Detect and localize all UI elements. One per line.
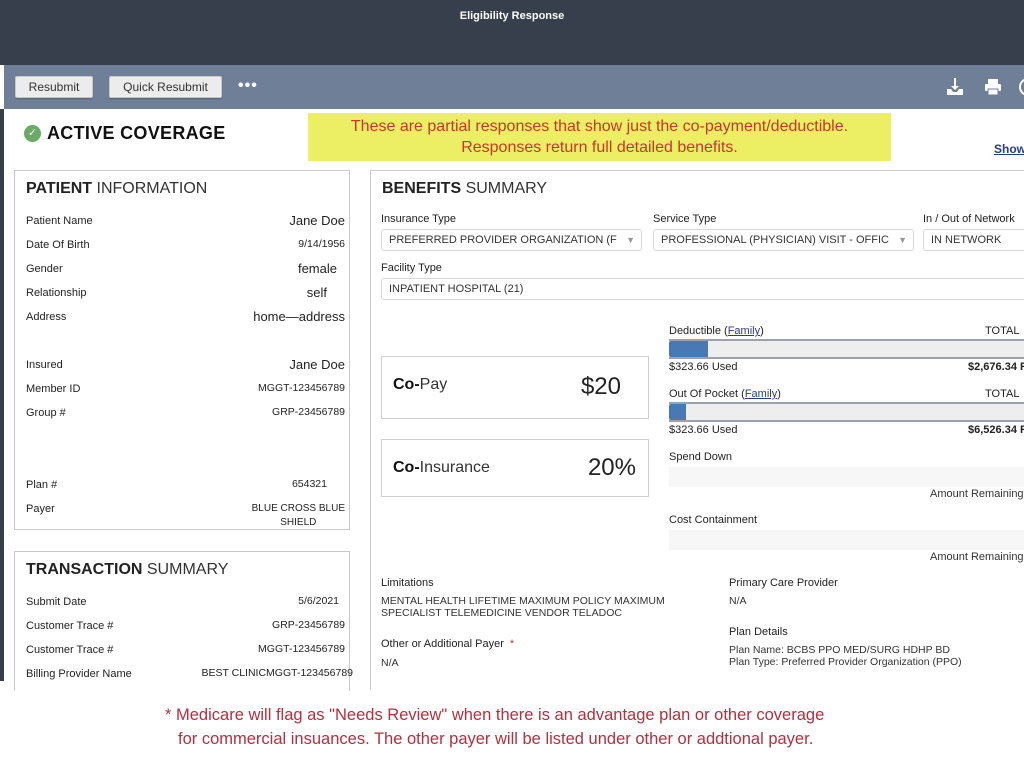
- chevron-down-icon: ▼: [626, 235, 635, 245]
- gender-row: Gender female: [26, 261, 337, 276]
- resubmit-button[interactable]: Resubmit: [15, 76, 93, 98]
- customer-trace-row: Customer Trace # GRP-23456789: [26, 619, 345, 632]
- panel-title: PATIENT INFORMATION: [26, 180, 208, 197]
- footnote-line-1: * Medicare will flag as "Needs Review" w…: [165, 706, 825, 724]
- customer-trace-row: Customer Trace # MGGT-123456789: [26, 643, 345, 656]
- deductible-progress-bar: [669, 339, 1024, 359]
- primary-care-label: Primary Care Provider: [729, 577, 838, 589]
- spend-down-label: Spend Down: [669, 451, 732, 463]
- deductible-label: Deductible (Family): [669, 325, 764, 337]
- dob-row: Date Of Birth 9/14/1956: [26, 238, 345, 251]
- cost-containment-bar: [669, 530, 1024, 550]
- annotation-line-1: These are partial responses that show ju…: [350, 118, 849, 135]
- member-id-row: Member ID MGGT-123456789: [26, 382, 345, 395]
- address-row: Address home—address: [26, 309, 345, 324]
- service-type-select[interactable]: PROFESSIONAL (PHYSICIAN) VISIT - OFFIC ▼: [653, 229, 914, 251]
- out-of-pocket-progress-fill: [669, 404, 686, 420]
- plan-details-label: Plan Details: [729, 626, 788, 638]
- benefits-summary-panel: BENEFITS SUMMARY Insurance Type PREFERRE…: [370, 170, 1024, 690]
- service-type-label: Service Type: [653, 213, 717, 225]
- print-icon[interactable]: [983, 77, 1003, 97]
- asterisk-icon: *: [509, 638, 515, 650]
- insured-row: Insured Jane Doe: [26, 357, 345, 372]
- spend-down-amount-remaining: Amount Remaining: [930, 488, 1024, 500]
- relationship-row: Relationship self: [26, 285, 327, 300]
- group-row: Group # GRP-23456789: [26, 406, 345, 419]
- cost-containment-label: Cost Containment: [669, 514, 758, 526]
- other-payer-label: Other or Additional Payer *: [381, 638, 515, 650]
- plan-details-value: Plan Name: BCBS PPO MED/SURG HDHP BD Pla…: [729, 644, 962, 668]
- patient-name-row: Patient Name Jane Doe: [26, 213, 345, 228]
- window-title: Eligibility Response: [459, 10, 565, 22]
- annotation-line-2: Responses return full detailed benefits.: [461, 139, 738, 156]
- eligibility-content: ✓ ACTIVE COVERAGE These are partial resp…: [4, 109, 1024, 691]
- other-payer-value: N/A: [381, 657, 399, 669]
- transaction-summary-panel: TRANSACTION SUMMARY Submit Date 5/6/2021 …: [14, 551, 353, 691]
- download-icon[interactable]: [945, 77, 965, 97]
- show-link[interactable]: Show: [994, 142, 1024, 156]
- copay-card: Co-Pay $20: [381, 356, 649, 419]
- coverage-status: ✓ ACTIVE COVERAGE: [24, 123, 226, 144]
- patient-information-panel: PATIENT INFORMATION Patient Name Jane Doe…: [14, 170, 350, 530]
- more-options-button[interactable]: •••: [238, 77, 258, 95]
- network-select[interactable]: IN NETWORK: [923, 229, 1024, 251]
- out-of-pocket-family-link[interactable]: Family: [745, 388, 777, 400]
- panel-title: BENEFITS SUMMARY: [382, 180, 548, 197]
- deductible-progress-fill: [669, 341, 709, 357]
- coverage-status-label: ACTIVE COVERAGE: [47, 123, 226, 143]
- out-of-pocket-label: Out Of Pocket (Family): [669, 388, 781, 400]
- panel-title: TRANSACTION SUMMARY: [26, 561, 229, 578]
- window-titlebar: Eligibility Response: [0, 0, 1024, 65]
- limitations-value: MENTAL HEALTH LIFETIME MAXIMUM POLICY MA…: [381, 595, 665, 619]
- quick-resubmit-button[interactable]: Quick Resubmit: [109, 76, 222, 98]
- insurance-type-label: Insurance Type: [381, 213, 457, 225]
- deductible-remaining: $2,676.34 R: [968, 361, 1024, 373]
- out-of-pocket-progress-bar: [669, 402, 1024, 422]
- out-of-pocket-used: $323.66 Used: [669, 424, 738, 436]
- submit-date-row: Submit Date 5/6/2021: [26, 595, 339, 608]
- toolbar: Resubmit Quick Resubmit •••: [4, 65, 1024, 109]
- spend-down-bar: [669, 467, 1024, 487]
- chevron-down-icon: ▼: [898, 235, 907, 245]
- primary-care-value: N/A: [729, 595, 747, 607]
- deductible-used: $323.66 Used: [669, 361, 738, 373]
- check-circle-icon: ✓: [24, 125, 41, 142]
- limitations-label: Limitations: [381, 577, 434, 589]
- deductible-family-link[interactable]: Family: [728, 325, 760, 337]
- payer-row: Payer BLUE CROSS BLUE SHIELD: [26, 503, 345, 528]
- annotation-note: These are partial responses that show ju…: [308, 113, 891, 161]
- coinsurance-card: Co-Insurance 20%: [381, 439, 649, 497]
- footnote-line-2: for commercial insuances. The other paye…: [178, 730, 814, 748]
- cost-containment-amount-remaining: Amount Remaining: [930, 551, 1024, 563]
- copay-value: $20: [580, 373, 621, 400]
- billing-provider-row: Billing Provider Name BEST CLINICMGGT-123…: [26, 667, 353, 680]
- plan-row: Plan #654321: [26, 478, 327, 491]
- deductible-total-label: TOTAL: [985, 325, 1020, 337]
- facility-type-select[interactable]: INPATIENT HOSPITAL (21): [381, 278, 1024, 300]
- network-label: In / Out of Network: [923, 213, 1015, 225]
- coinsurance-value: 20%: [587, 454, 636, 481]
- help-icon[interactable]: [1018, 77, 1024, 97]
- out-of-pocket-remaining: $6,526.34 R: [968, 424, 1024, 436]
- out-of-pocket-total-label: TOTAL: [985, 388, 1020, 400]
- insurance-type-select[interactable]: PREFERRED PROVIDER ORGANIZATION (F ▼: [381, 229, 642, 251]
- facility-type-label: Facility Type: [381, 262, 442, 274]
